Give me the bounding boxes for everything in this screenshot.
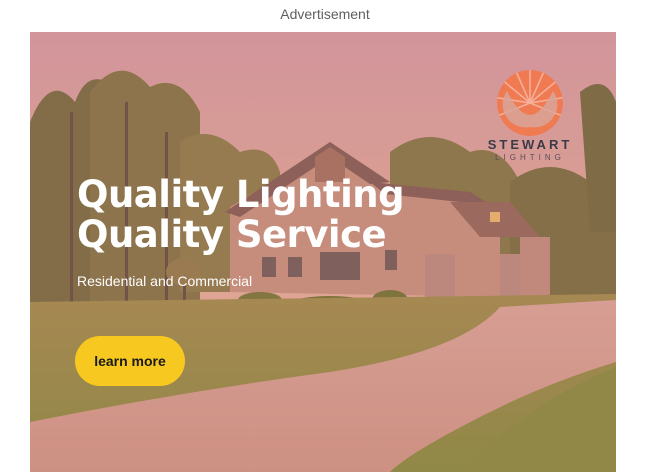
ad-subheadline: Residential and Commercial xyxy=(77,273,253,289)
ad-headline: Quality Lighting Quality Service xyxy=(77,173,405,256)
brand-logo: STEWART LIGHTING xyxy=(485,67,575,177)
brand-subtitle: LIGHTING xyxy=(495,153,565,162)
brand-name: STEWART xyxy=(487,137,573,152)
headline-line-2: Quality Service xyxy=(77,213,387,256)
advertisement-label: Advertisement xyxy=(280,6,370,22)
headline-line-1: Quality Lighting xyxy=(77,173,405,216)
sunrise-logo-icon xyxy=(497,70,563,136)
learn-more-button[interactable]: learn more xyxy=(75,336,185,386)
ad-banner[interactable]: STEWART LIGHTING Quality Lighting Qualit… xyxy=(30,32,616,472)
